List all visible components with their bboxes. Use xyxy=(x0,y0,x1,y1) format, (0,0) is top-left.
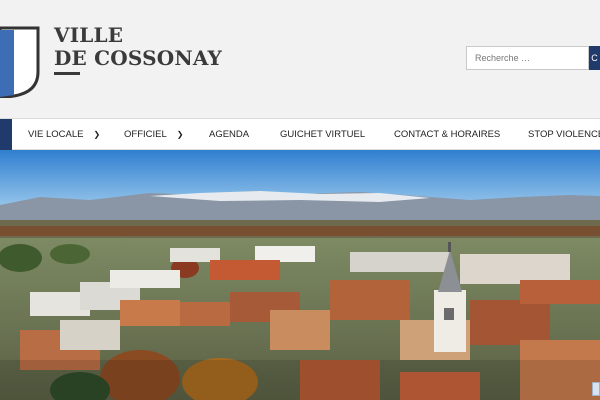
chevron-down-icon: ❯ xyxy=(93,130,101,139)
nav-item-label: VIE LOCALE xyxy=(28,129,84,140)
nav-item-label: STOP VIOLENCE xyxy=(528,129,600,140)
search-button[interactable]: C xyxy=(589,46,600,70)
nav-item-vie-locale[interactable]: VIE LOCALE ❯ xyxy=(28,119,100,150)
nav-item-contact-horaires[interactable]: CONTACT & HORAIRES xyxy=(394,119,500,150)
page: VILLE DE COSSONAY C VIE LOCALE ❯ OFFICIEL… xyxy=(0,0,600,400)
site-header: VILLE DE COSSONAY C xyxy=(0,0,600,118)
nav-item-guichet-virtuel[interactable]: GUICHET VIRTUEL xyxy=(280,119,365,150)
nav-item-agenda[interactable]: AGENDA xyxy=(209,119,249,150)
nav-accent-bar xyxy=(0,119,12,150)
chevron-down-icon: ❯ xyxy=(176,130,184,139)
search-input[interactable] xyxy=(466,46,589,70)
brand-title-line2: DE COSSONAY xyxy=(54,46,223,70)
accessibility-toggle[interactable] xyxy=(592,382,600,396)
nav-item-label: GUICHET VIRTUEL xyxy=(280,129,366,140)
nav-item-label: CONTACT & HORAIRES xyxy=(394,129,501,140)
coat-of-arms-icon[interactable] xyxy=(0,26,40,98)
nav-item-stop-violence[interactable]: STOP VIOLENCE xyxy=(528,119,600,150)
main-navigation: VIE LOCALE ❯ OFFICIEL ❯ AGENDA GUICHET VIR… xyxy=(0,118,600,150)
aerial-town-photo xyxy=(0,150,600,400)
brand-title-line1: VILLE xyxy=(54,23,124,47)
hero-image xyxy=(0,150,600,400)
nav-item-label: AGENDA xyxy=(209,129,250,140)
site-logo[interactable]: VILLE DE COSSONAY xyxy=(54,23,223,75)
brand-underline xyxy=(54,72,80,75)
search-form: C xyxy=(466,46,600,70)
nav-item-officiel[interactable]: OFFICIEL ❯ xyxy=(124,119,183,150)
nav-item-label: OFFICIEL xyxy=(124,129,167,140)
